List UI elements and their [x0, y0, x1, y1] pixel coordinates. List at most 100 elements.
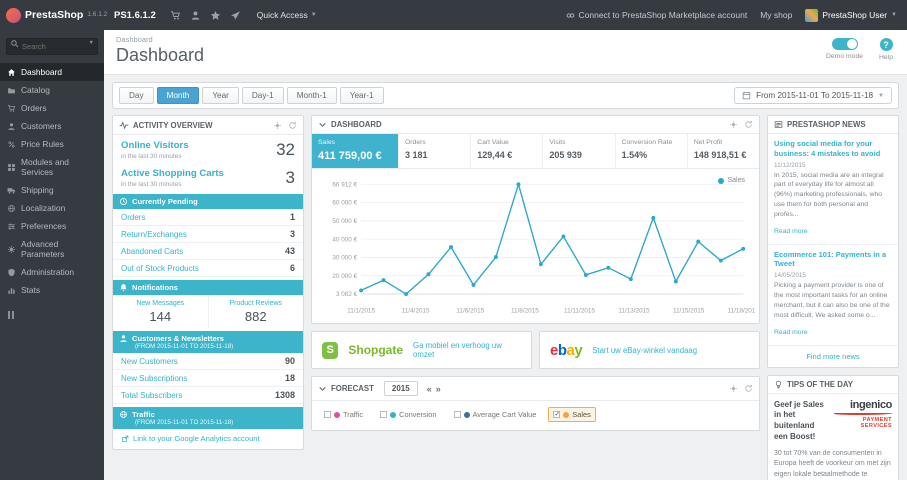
google-analytics-link[interactable]: Link to your Google Analytics account — [113, 429, 303, 449]
customers-row: New Customers 90 — [113, 353, 303, 370]
active-carts-link[interactable]: Active Shopping Carts — [121, 168, 224, 180]
online-visitors-metric: Online Visitors in the last 30 minutes 3… — [113, 135, 303, 163]
sidebar-item-catalog[interactable]: Catalog — [0, 81, 104, 99]
filter-year-button[interactable]: Year — [202, 87, 239, 104]
sales-line-chart[interactable]: 66 912 € 60 000 € 50 000 € 40 000 € 30 000 €… — [316, 173, 755, 323]
search-input[interactable] — [6, 38, 98, 55]
filter-month-button[interactable]: Month — [156, 87, 200, 104]
total-subscribers-link[interactable]: Total Subscribers — [121, 391, 182, 400]
chevron-down-icon: ▼ — [878, 92, 884, 99]
legend-dot — [718, 177, 725, 184]
filter-month-1-button[interactable]: Month-1 — [286, 87, 337, 104]
kpi-conversion-rate[interactable]: Conversion Rate 1.54% — [616, 134, 688, 168]
filter-year-1-button[interactable]: Year-1 — [339, 87, 384, 104]
chevron-down-icon[interactable] — [318, 120, 327, 129]
person-icon[interactable] — [190, 10, 201, 21]
pending-orders-link[interactable]: Orders — [121, 213, 145, 222]
new-subscriptions-link[interactable]: New Subscriptions — [121, 374, 187, 383]
quick-access-menu[interactable]: Quick Access ▼ — [257, 10, 317, 20]
date-range-picker[interactable]: From 2015-11-01 To 2015-11-18 ▼ — [734, 87, 892, 104]
my-shop-link[interactable]: My shop — [760, 10, 792, 20]
sidebar-item-label: Dashboard — [21, 67, 62, 77]
new-subscriptions-value: 18 — [284, 373, 295, 383]
sidebar-item-label: Orders — [21, 103, 47, 113]
sidebar-item-orders[interactable]: Orders — [0, 99, 104, 117]
sidebar-collapse-button[interactable] — [8, 311, 96, 319]
shopgate-link[interactable]: Ga mobiel en verhoog uw omzet — [413, 341, 521, 359]
news-article-date: 14/05/2015 — [774, 272, 806, 280]
pending-row: Abandoned Carts 43 — [113, 243, 303, 260]
forecast-sales-toggle[interactable]: Sales — [548, 407, 596, 422]
news-article: Ecommerce 101: Payments in a Tweet 14/05… — [768, 245, 898, 346]
sidebar-item-localization[interactable]: Localization — [0, 199, 104, 217]
sidebar-item-stats[interactable]: Stats — [0, 281, 104, 299]
svg-text:60 000 €: 60 000 € — [332, 200, 357, 207]
gear-icon[interactable] — [729, 384, 738, 393]
paper-plane-icon[interactable] — [230, 10, 241, 21]
panel-title: ACTIVITY OVERVIEW — [133, 120, 213, 130]
kpi-orders[interactable]: Orders 3 181 — [399, 134, 472, 168]
sidebar-item-advanced-parameters[interactable]: Advanced Parameters — [0, 235, 104, 263]
filter-day-button[interactable]: Day — [119, 87, 154, 104]
new-messages-cell[interactable]: New Messages 144 — [113, 295, 208, 328]
cart-icon[interactable] — [170, 10, 181, 21]
sidebar-item-administration[interactable]: Administration — [0, 263, 104, 281]
sidebar-item-preferences[interactable]: Preferences — [0, 217, 104, 235]
svg-text:20 000 €: 20 000 € — [332, 273, 357, 280]
breadcrumb[interactable]: Dashboard — [116, 35, 895, 44]
forecast-avg-cart-toggle[interactable]: Average Cart Value — [449, 407, 542, 422]
brand-logo-box[interactable]: PrestaShop 1.6.1.2 — [0, 7, 107, 23]
marketplace-link[interactable]: Connect to PrestaShop Marketplace accoun… — [566, 10, 747, 20]
forecast-conversion-toggle[interactable]: Conversion — [375, 407, 441, 422]
kpi-visits[interactable]: Visits 205 939 — [543, 134, 616, 168]
ebay-link[interactable]: Start uw eBay-winkel vandaag — [592, 346, 697, 355]
sidebar-item-customers[interactable]: Customers — [0, 117, 104, 135]
shop-name[interactable]: PS1.6.1.2 — [114, 10, 156, 21]
refresh-icon[interactable] — [744, 120, 753, 129]
find-more-news-link[interactable]: Find more news — [768, 346, 898, 367]
help-icon[interactable]: ? — [879, 38, 893, 51]
sidebar-item-shipping[interactable]: Shipping — [0, 181, 104, 199]
checkbox-icon — [453, 411, 461, 418]
user-menu[interactable]: PrestaShop User ▼ — [805, 8, 897, 22]
currently-pending-header: Currently Pending — [113, 194, 303, 209]
next-page-icon[interactable]: » — [436, 384, 441, 394]
refresh-icon[interactable] — [744, 384, 753, 393]
gear-icon[interactable] — [273, 121, 282, 130]
online-visitors-link[interactable]: Online Visitors — [121, 140, 189, 152]
refresh-icon[interactable] — [288, 121, 297, 130]
abandoned-carts-link[interactable]: Abandoned Carts — [121, 247, 183, 256]
previous-page-icon[interactable]: « — [427, 384, 432, 394]
gear-icon[interactable] — [729, 120, 738, 129]
new-customers-link[interactable]: New Customers — [121, 357, 178, 366]
chevron-down-icon[interactable]: ▼ — [89, 40, 94, 46]
read-more-link[interactable]: Read more — [774, 228, 808, 235]
chevron-down-icon[interactable] — [318, 384, 327, 393]
kpi-sales[interactable]: Sales 411 759,00 € — [312, 134, 399, 168]
read-more-link[interactable]: Read more — [774, 329, 808, 336]
person-icon — [120, 335, 127, 342]
tip-heading: Geef je Sales in het buitenland een Boos… — [774, 399, 824, 441]
forecast-traffic-toggle[interactable]: Traffic — [319, 407, 368, 422]
sidebar-item-modules[interactable]: Modules and Services — [0, 153, 104, 181]
sidebar-item-label: Catalog — [21, 85, 50, 95]
star-icon[interactable] — [210, 10, 221, 21]
filter-day-1-button[interactable]: Day-1 — [241, 87, 284, 104]
kpi-cart-value[interactable]: Cart Value 129,44 € — [471, 134, 544, 168]
news-article-title[interactable]: Ecommerce 101: Payments in a Tweet — [774, 250, 892, 270]
sidebar-item-label: Modules and Services — [21, 157, 69, 177]
sidebar-item-price-rules[interactable]: Price Rules — [0, 135, 104, 153]
truck-icon — [7, 187, 16, 194]
product-reviews-cell[interactable]: Product Reviews 882 — [207, 295, 304, 328]
pulse-icon — [119, 121, 129, 130]
demo-mode-toggle[interactable] — [831, 38, 858, 50]
news-article-title[interactable]: Using social media for your business: 4 … — [774, 139, 892, 159]
sidebar-item-dashboard[interactable]: Dashboard — [0, 63, 104, 81]
kpi-net-profit[interactable]: Net Profit 148 918,51 € — [688, 134, 759, 168]
chart-legend[interactable]: Sales — [718, 177, 745, 184]
calendar-icon — [742, 91, 751, 100]
forecast-legend: Traffic Conversion Average Cart Value ✓ … — [312, 401, 759, 430]
forecast-year-select[interactable]: 2015 — [383, 381, 418, 396]
pending-returns-link[interactable]: Return/Exchanges — [121, 230, 187, 239]
out-of-stock-link[interactable]: Out of Stock Products — [121, 264, 199, 273]
